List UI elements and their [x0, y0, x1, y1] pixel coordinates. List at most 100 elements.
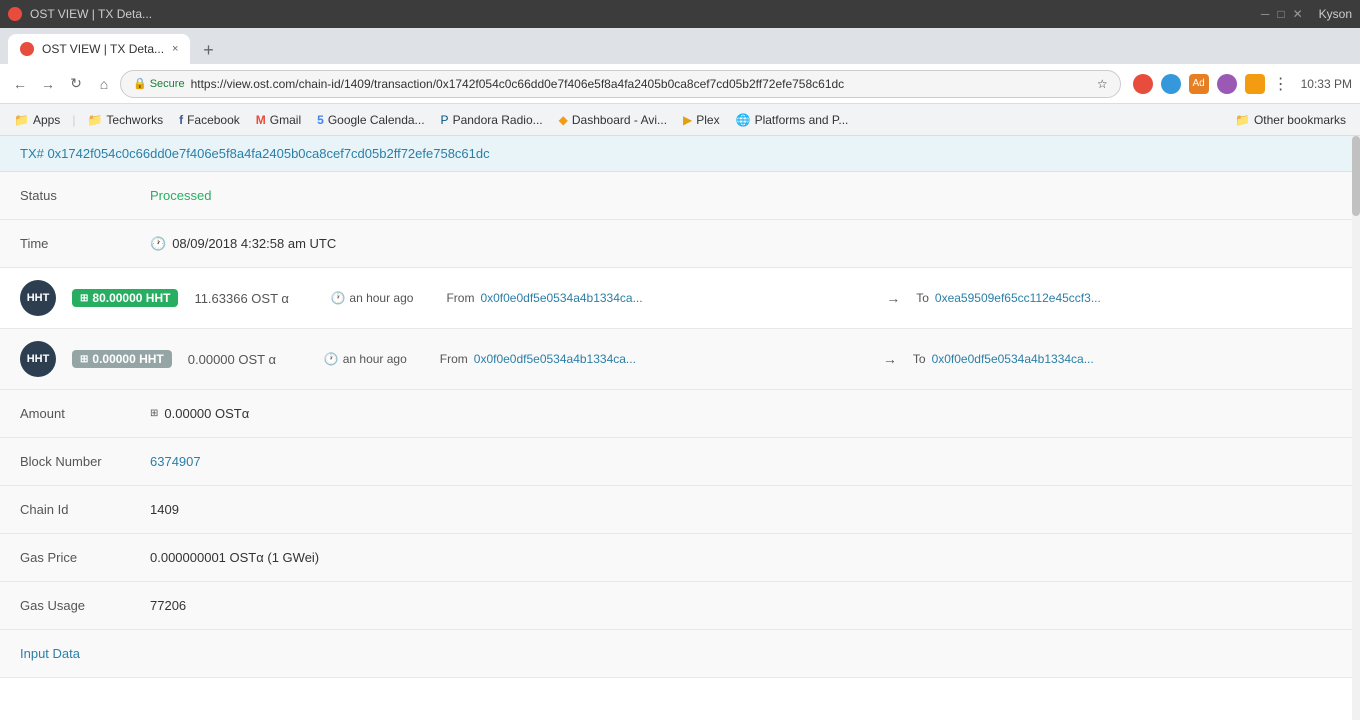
platforms-icon: 🌐	[736, 113, 751, 127]
bookmark-label: Plex	[696, 113, 719, 127]
extension-icon-1[interactable]	[1133, 74, 1153, 94]
bookmark-label: Gmail	[270, 113, 301, 127]
tx-hash: TX# 0x1742f054c0c66dd0e7f406e5f8a4fa2405…	[20, 146, 490, 161]
maximize-icon[interactable]: □	[1277, 7, 1284, 21]
gcal-icon: 5	[317, 113, 324, 127]
extension-icon-3[interactable]: Ad	[1189, 74, 1209, 94]
star-icon[interactable]: ☆	[1097, 77, 1108, 91]
plex-icon: ▶	[683, 113, 692, 127]
browser-content: TX# 0x1742f054c0c66dd0e7f406e5f8a4fa2405…	[0, 136, 1360, 720]
bookmark-platforms[interactable]: 🌐 Platforms and P...	[730, 111, 855, 129]
token-badge-1: ⊞ 80.00000 HHT	[72, 289, 178, 307]
status-value: Processed	[150, 188, 211, 203]
to-label-2: To	[913, 352, 926, 366]
status-label: Status	[20, 188, 150, 203]
clock-display: 10:33 PM	[1301, 77, 1352, 91]
clock-icon-2: 🕐	[324, 352, 339, 366]
time-label: Time	[20, 236, 150, 251]
gas-usage-row: Gas Usage 77206	[0, 582, 1360, 630]
bookmark-facebook[interactable]: f Facebook	[173, 111, 246, 129]
ost-amount-2: 0.00000 OST α	[188, 352, 308, 367]
time-ago-2: 🕐 an hour ago	[324, 352, 424, 366]
clock-icon: 🕐	[150, 236, 166, 252]
scrollbar-thumb[interactable]	[1352, 136, 1360, 216]
gmail-icon: M	[256, 113, 266, 127]
block-number-value: 6374907	[150, 454, 201, 469]
tab-bar: OST VIEW | TX Deta... × +	[0, 28, 1360, 64]
from-addr-1[interactable]: 0x0f0e0df5e0534a4b1334ca...	[480, 291, 642, 305]
bookmarks-bar: 📁 Apps | 📁 Techworks f Facebook M Gmail …	[0, 104, 1360, 136]
token-amount-2: 0.00000 HHT	[92, 352, 163, 366]
bookmark-dashboard[interactable]: ◆ Dashboard - Avi...	[553, 111, 673, 129]
browser-action-icons: Ad ⋮	[1133, 74, 1289, 94]
bookmark-pandora[interactable]: P Pandora Radio...	[435, 111, 549, 129]
url-action-icons: ☆	[1097, 77, 1108, 91]
minimize-icon[interactable]: ─	[1261, 7, 1270, 21]
gas-price-label: Gas Price	[20, 550, 150, 565]
folder-icon: 📁	[1235, 113, 1250, 127]
chain-id-label: Chain Id	[20, 502, 150, 517]
secure-label: Secure	[150, 78, 185, 90]
from-label-2: From	[440, 352, 468, 366]
scrollbar-track[interactable]	[1352, 136, 1360, 720]
block-number-row: Block Number 6374907	[0, 438, 1360, 486]
title-bar: OST VIEW | TX Deta... ─ □ ✕ Kyson	[0, 0, 1360, 28]
grid-icon: ⊞	[80, 293, 88, 304]
detail-table: Status Processed Time 🕐 08/09/2018 4:32:…	[0, 172, 1360, 678]
extension-icon-5[interactable]	[1245, 74, 1265, 94]
amount-label: Amount	[20, 406, 150, 421]
block-number-link[interactable]: 6374907	[150, 454, 201, 469]
grid-icon-amount: ⊞	[150, 408, 158, 419]
close-icon[interactable]: ✕	[1293, 7, 1303, 21]
tab-favicon	[20, 42, 34, 56]
time-row: Time 🕐 08/09/2018 4:32:58 am UTC	[0, 220, 1360, 268]
reload-button[interactable]: ↻	[64, 72, 88, 96]
transfer-row-1: HHT ⊞ 80.00000 HHT 11.63366 OST α 🕐 an h…	[0, 268, 1360, 329]
bookmark-apps[interactable]: 📁 Apps	[8, 111, 66, 129]
bookmark-label: Google Calenda...	[328, 113, 425, 127]
avatar-2: HHT	[20, 341, 56, 377]
back-button[interactable]: ←	[8, 72, 32, 96]
from-addr-2[interactable]: 0x0f0e0df5e0534a4b1334ca...	[474, 352, 636, 366]
time-text: 08/09/2018 4:32:58 am UTC	[172, 236, 336, 251]
bookmark-plex[interactable]: ▶ Plex	[677, 111, 726, 129]
from-section-2: From 0x0f0e0df5e0534a4b1334ca...	[440, 352, 867, 366]
clock-icon-1: 🕐	[330, 291, 345, 305]
chain-id-row: Chain Id 1409	[0, 486, 1360, 534]
gas-usage-value: 77206	[150, 598, 186, 613]
extension-icon-2[interactable]	[1161, 74, 1181, 94]
bookmark-gcal[interactable]: 5 Google Calenda...	[311, 111, 430, 129]
avatar-1: HHT	[20, 280, 56, 316]
address-bar: ← → ↻ ⌂ 🔒 Secure https://view.ost.com/ch…	[0, 64, 1360, 104]
to-addr-2[interactable]: 0x0f0e0df5e0534a4b1334ca...	[932, 352, 1094, 366]
tab-close-button[interactable]: ×	[172, 43, 178, 55]
new-tab-button[interactable]: +	[194, 36, 222, 64]
bookmark-techworks[interactable]: 📁 Techworks	[81, 111, 169, 129]
dashboard-icon: ◆	[559, 113, 568, 127]
arrow-icon-2: →	[883, 351, 897, 367]
folder-icon: 📁	[87, 113, 102, 127]
bookmark-gmail[interactable]: M Gmail	[250, 111, 307, 129]
forward-button[interactable]: →	[36, 72, 60, 96]
window-controls: ─ □ ✕	[1261, 7, 1303, 21]
url-bar[interactable]: 🔒 Secure https://view.ost.com/chain-id/1…	[120, 70, 1121, 98]
pandora-icon: P	[441, 113, 449, 127]
to-addr-1[interactable]: 0xea59509ef65cc112e45ccf3...	[935, 291, 1101, 305]
input-data-row: Input Data	[0, 630, 1360, 678]
home-button[interactable]: ⌂	[92, 72, 116, 96]
bookmark-other[interactable]: 📁 Other bookmarks	[1229, 111, 1352, 129]
facebook-icon: f	[179, 113, 183, 127]
extension-icon-4[interactable]	[1217, 74, 1237, 94]
ost-amount-1: 11.63366 OST α	[194, 291, 314, 306]
amount-text: 0.00000 OSTα	[164, 406, 249, 421]
bookmark-label: Apps	[33, 113, 60, 127]
bookmark-label: Platforms and P...	[755, 113, 849, 127]
from-section-1: From 0x0f0e0df5e0534a4b1334ca...	[446, 291, 870, 305]
bookmark-label: Pandora Radio...	[453, 113, 543, 127]
gas-price-row: Gas Price 0.000000001 OSTα (1 GWei)	[0, 534, 1360, 582]
active-tab[interactable]: OST VIEW | TX Deta... ×	[8, 34, 190, 64]
window-title: OST VIEW | TX Deta...	[30, 7, 1261, 21]
from-label-1: From	[446, 291, 474, 305]
extension-icon-6[interactable]: ⋮	[1273, 74, 1289, 94]
user-label: Kyson	[1319, 7, 1352, 21]
